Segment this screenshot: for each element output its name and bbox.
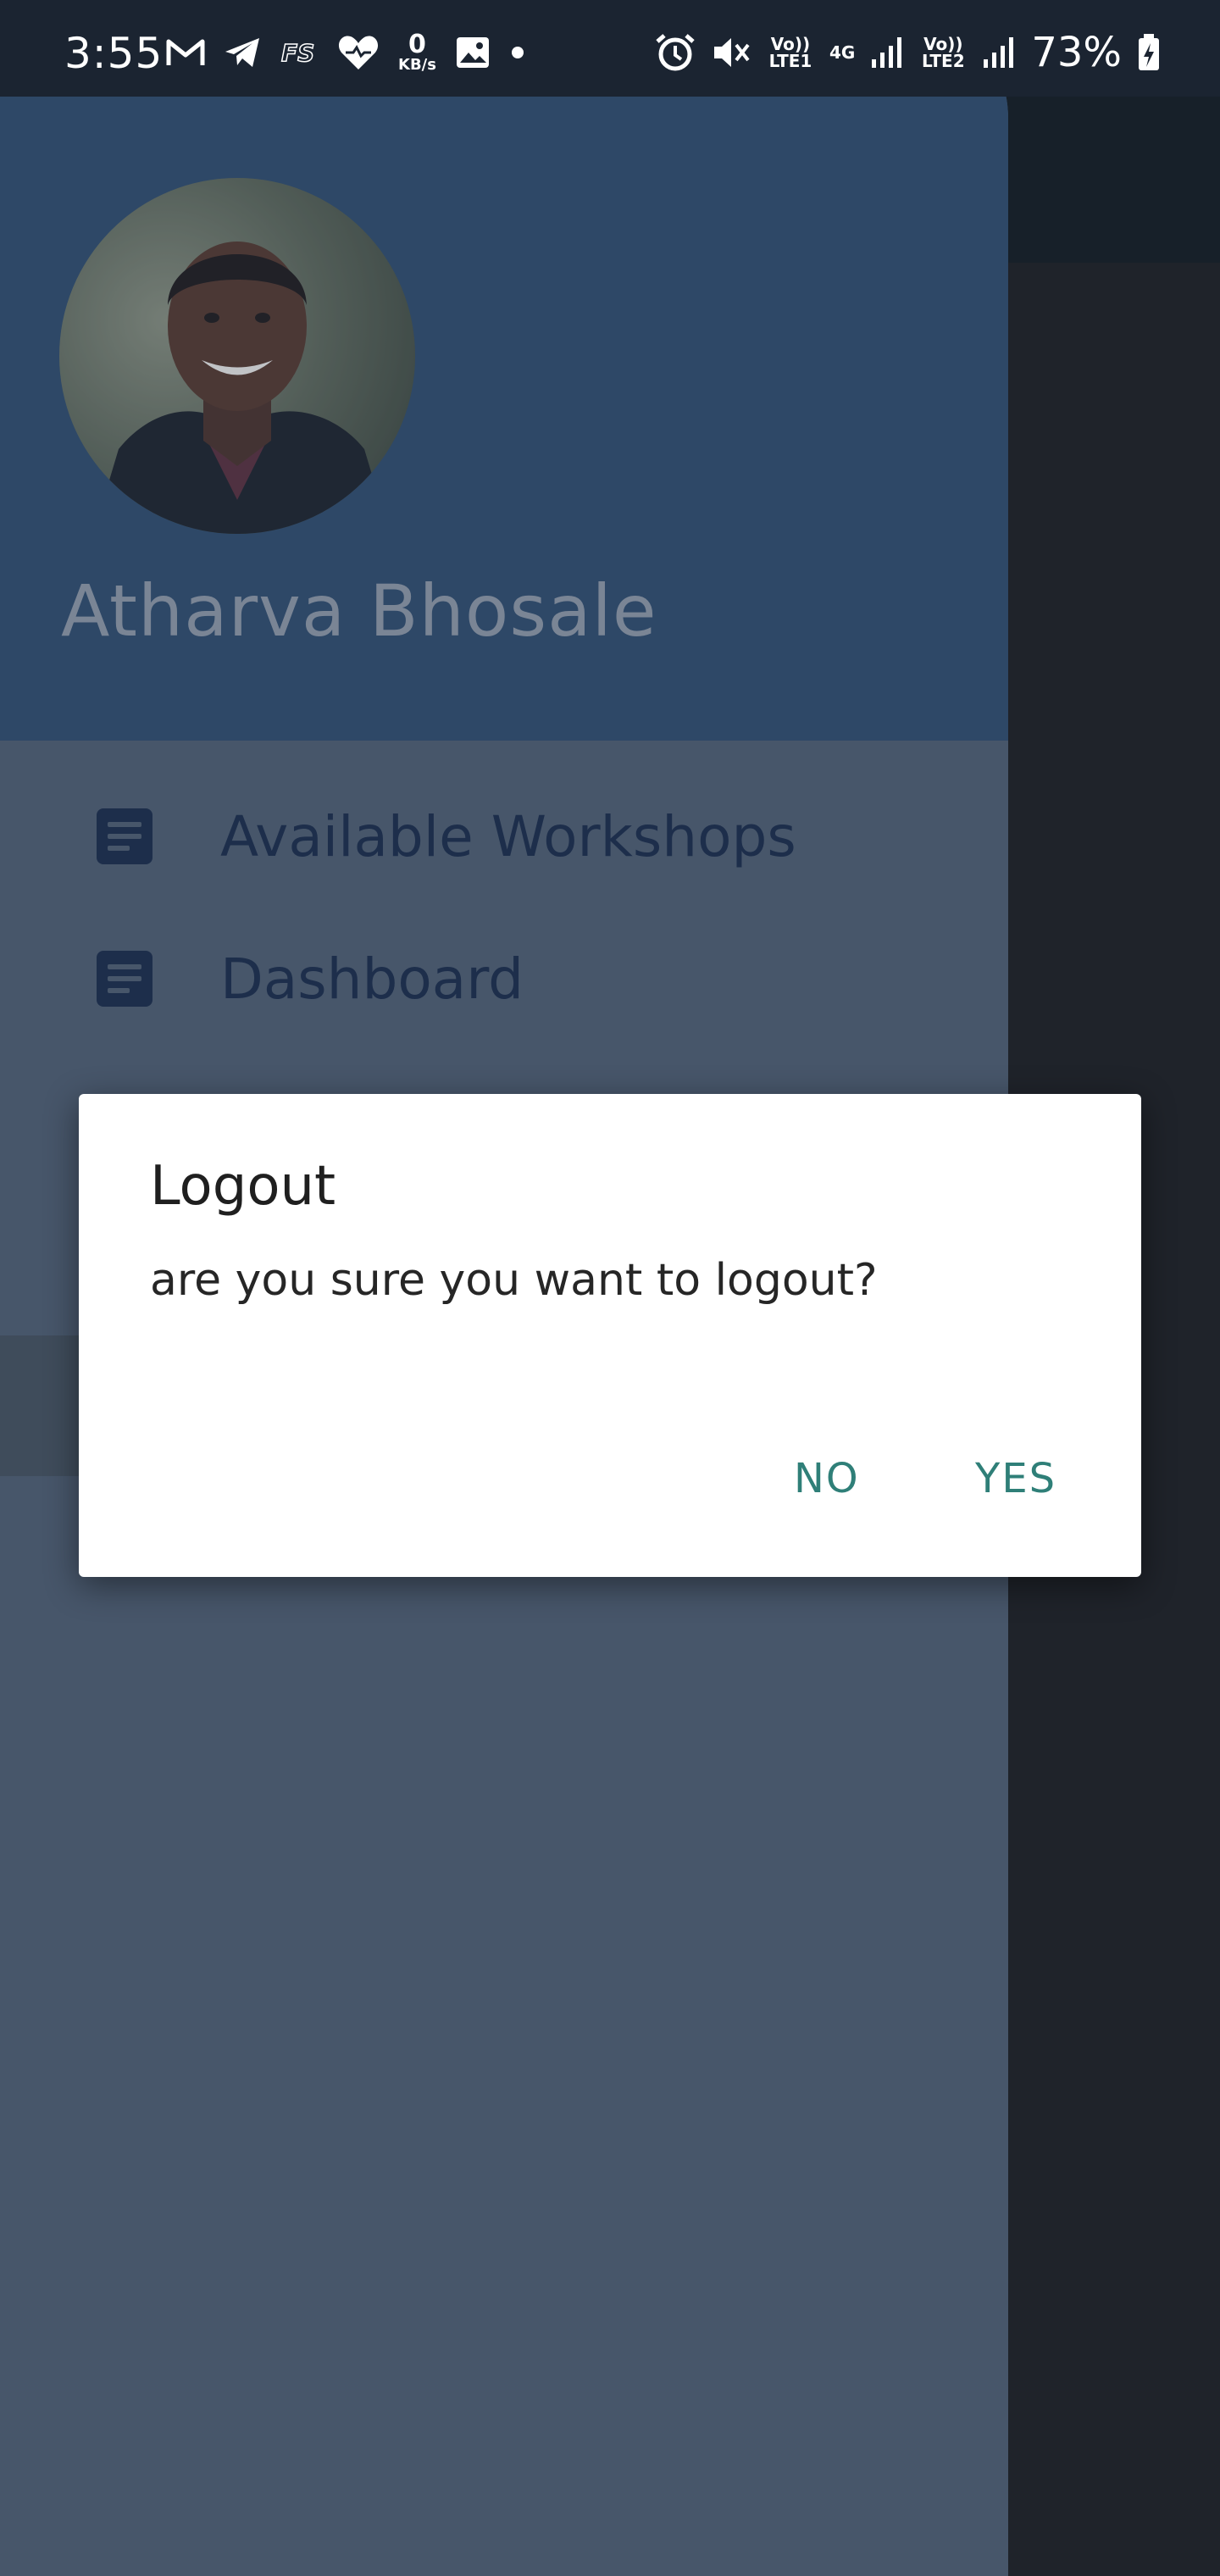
menu-item-dashboard[interactable]: Dashboard — [0, 915, 1008, 1042]
system-icons: Vo)) LTE1 4G Vo)) LTE2 73% — [655, 29, 1161, 76]
user-name: Atharva Bhosale — [61, 569, 657, 652]
battery-percent: 73% — [1031, 29, 1122, 76]
document-icon — [97, 808, 152, 864]
yes-button[interactable]: YES — [962, 1446, 1070, 1511]
health-heart-icon — [337, 34, 380, 71]
menu-item-available-workshops[interactable]: Available Workshops — [0, 773, 1008, 900]
dialog-message: are you sure you want to logout? — [150, 1255, 878, 1306]
notification-icons: FS 0 KB/s — [166, 32, 526, 73]
signal-icon-2 — [982, 36, 1016, 69]
status-bar: 3:55 FS 0 KB/s Vo)) LTE1 4G Vo)) LTE2 73… — [0, 0, 1220, 97]
no-button[interactable]: NO — [780, 1446, 873, 1511]
network-type: 4G — [829, 42, 856, 63]
menu-item-label: Dashboard — [220, 946, 524, 1012]
fs-icon: FS — [280, 37, 319, 68]
sim2-label: Vo)) LTE2 — [921, 34, 965, 71]
menu-item-label: Available Workshops — [220, 803, 796, 869]
gmail-icon — [166, 37, 205, 68]
telegram-icon — [224, 36, 261, 69]
sim1-label: Vo)) LTE1 — [768, 34, 812, 71]
status-time: 3:55 — [64, 29, 164, 78]
avatar — [59, 178, 415, 534]
svg-text:FS: FS — [281, 39, 314, 67]
mute-icon — [711, 33, 751, 72]
signal-icon — [870, 36, 904, 69]
logout-dialog: Logout are you sure you want to logout? … — [79, 1094, 1141, 1577]
battery-charging-icon — [1137, 33, 1161, 72]
document-icon — [97, 951, 152, 1007]
alarm-icon — [655, 33, 696, 72]
drawer-header: Atharva Bhosale — [0, 0, 1008, 741]
network-speed: 0 KB/s — [398, 30, 436, 74]
dialog-title: Logout — [150, 1155, 336, 1218]
dot-icon — [509, 44, 526, 61]
gallery-icon — [455, 36, 491, 69]
